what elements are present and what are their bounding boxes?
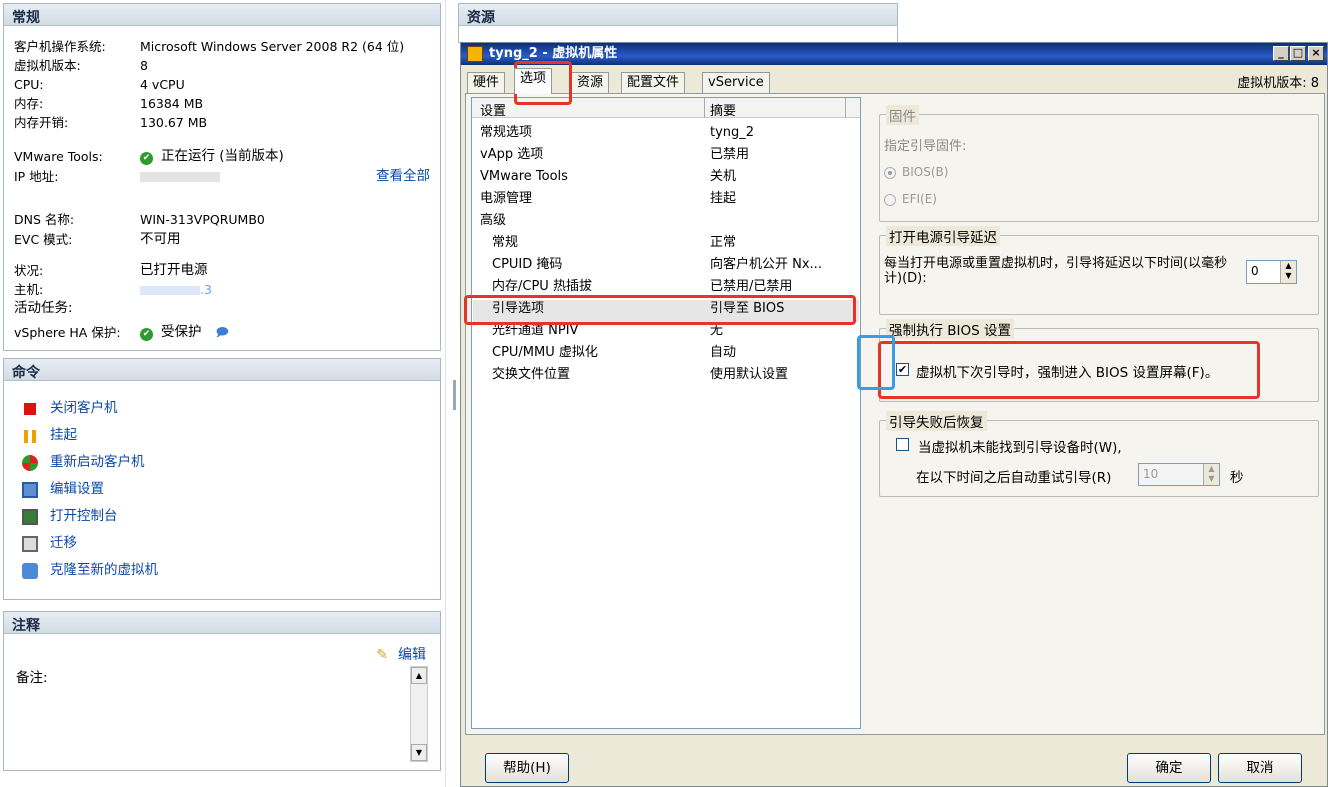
notes-header: 注释	[4, 612, 440, 634]
boot-delay-group: 打开电源引导延迟 每当打开电源或重置虚拟机时，引导将延迟以下时间(以毫秒计)(D…	[879, 226, 1319, 315]
host-link[interactable]: .3	[140, 280, 212, 299]
edit-settings-icon	[22, 482, 38, 498]
tab-profiles[interactable]: 配置文件	[621, 72, 686, 93]
general-row-memory: 内存: 16384 MB	[14, 96, 204, 111]
resources-panel: 资源	[458, 3, 898, 43]
retry-label: 在以下时间之后自动重试引导(R)	[916, 470, 1112, 486]
general-row-cpu: CPU: 4 vCPU	[14, 77, 185, 92]
ha-row: vSphere HA 保护: ✔ 受保护 🗩	[14, 324, 229, 341]
boot-recovery-group: 引导失败后恢复 当虚拟机未能找到引导设备时(W), 在以下时间之后自动重试引导(…	[879, 411, 1319, 497]
bios-radio[interactable]: BIOS(B)	[884, 165, 948, 179]
general-panel: 常规 客户机操作系统: Microsoft Windows Server 2008…	[3, 3, 441, 351]
resources-header: 资源	[459, 4, 897, 26]
tab-options[interactable]: 选项	[514, 68, 553, 94]
force-bios-legend: 强制执行 BIOS 设置	[886, 319, 1015, 339]
col-setting-header[interactable]: 设置	[480, 100, 506, 119]
recovery-label[interactable]: 当虚拟机未能找到引导设备时(W),	[918, 436, 1122, 456]
stepper-arrows-icon[interactable]: ▲ ▼	[1280, 261, 1296, 283]
general-header: 常规	[4, 4, 440, 26]
notes-scrollbar[interactable]: ▲ ▼	[410, 666, 428, 762]
commands-list: 关闭客户机 挂起 重新启动客户机 编辑设置 打开控制台 迁移 克隆至新的虚拟机	[4, 381, 440, 584]
settings-list: 设置 摘要 常规选项 tyng_2 vApp 选项 已禁用 VMware Tools 关机…	[471, 97, 861, 729]
host-row: 主机: .3	[14, 280, 212, 299]
evc-row: EVC 模式: 不可用	[14, 231, 181, 247]
dialog-title: tyng_2 - 虚拟机属性	[489, 46, 618, 61]
stepper-arrows-icon[interactable]: ▲ ▼	[1203, 464, 1219, 485]
vmware-tools-row: VMware Tools: ✔ 正在运行 (当前版本)	[14, 148, 284, 165]
efi-radio[interactable]: EFI(E)	[884, 192, 937, 206]
ip-row: IP 地址: 查看全部	[14, 167, 430, 186]
splitter-grip	[453, 380, 456, 410]
check-ok-icon: ✔	[140, 152, 153, 165]
status-row: 状况: 已打开电源	[14, 262, 208, 278]
minimize-button[interactable]: _	[1273, 46, 1289, 61]
notes-edit-link[interactable]: ✎ 编辑	[376, 644, 426, 664]
dns-row: DNS 名称: WIN-313VPQRUMB0	[14, 212, 265, 227]
radio-selected-icon	[884, 166, 896, 179]
notes-label: 备注:	[16, 670, 48, 686]
console-icon	[22, 509, 38, 525]
boot-delay-legend: 打开电源引导延迟	[886, 226, 1000, 246]
restart-icon	[22, 455, 38, 471]
boot-delay-stepper[interactable]: 0 ▲ ▼	[1246, 260, 1297, 284]
pause-icon	[24, 430, 36, 443]
recovery-checkbox[interactable]	[896, 438, 909, 451]
recovery-legend: 引导失败后恢复	[886, 411, 987, 431]
force-bios-checkbox[interactable]: ✔	[896, 363, 909, 376]
stop-icon	[24, 403, 36, 415]
command-suspend[interactable]: 挂起	[4, 422, 440, 449]
radio-icon	[884, 193, 896, 206]
firmware-group: 固件 指定引导固件: BIOS(B) EFI(E)	[879, 105, 1319, 222]
col-summary-header[interactable]: 摘要	[710, 100, 736, 119]
list-header: 设置 摘要	[472, 98, 860, 119]
commands-panel: 命令 关闭客户机 挂起 重新启动客户机 编辑设置 打开控制台 迁移 克隆至新的虚…	[3, 358, 441, 600]
command-open-console[interactable]: 打开控制台	[4, 503, 440, 530]
comment-icon[interactable]: 🗩	[216, 325, 229, 339]
vm-properties-dialog: tyng_2 - 虚拟机属性 _ □ × 虚拟机版本: 8 硬件 选项 资源 配…	[460, 42, 1328, 787]
force-bios-label[interactable]: 虚拟机下次引导时，强制进入 BIOS 设置屏幕(F)。	[916, 361, 1218, 381]
cancel-button[interactable]: 取消	[1218, 753, 1302, 783]
general-row-overhead: 内存开销: 130.67 MB	[14, 115, 208, 130]
maximize-button[interactable]: □	[1290, 46, 1306, 61]
check-ok-icon: ✔	[140, 328, 153, 341]
commands-header: 命令	[4, 359, 440, 381]
command-clone[interactable]: 克隆至新的虚拟机	[4, 557, 440, 584]
general-row-version: 虚拟机版本: 8	[14, 58, 148, 73]
ok-button[interactable]: 确定	[1127, 753, 1211, 783]
tab-resources[interactable]: 资源	[571, 72, 610, 93]
retry-unit: 秒	[1230, 470, 1244, 486]
vm-icon	[467, 46, 483, 62]
dialog-titlebar[interactable]: tyng_2 - 虚拟机属性 _ □ ×	[461, 43, 1327, 65]
scroll-down-arrow-icon[interactable]: ▼	[411, 744, 427, 761]
command-edit-settings[interactable]: 编辑设置	[4, 476, 440, 503]
command-shutdown[interactable]: 关闭客户机	[4, 395, 440, 422]
tasks-row: 活动任务:	[14, 300, 73, 316]
vm-version-label: 虚拟机版本: 8	[1237, 76, 1319, 91]
ip-redacted	[140, 172, 220, 182]
tab-vservice[interactable]: vService	[702, 72, 770, 93]
ha-status: 受保护	[161, 324, 202, 340]
firmware-label: 指定引导固件:	[884, 139, 967, 154]
notes-panel: 注释 ✎ 编辑 备注: ▲ ▼	[3, 611, 441, 771]
pencil-icon: ✎	[376, 647, 388, 663]
command-restart[interactable]: 重新启动客户机	[4, 449, 440, 476]
help-button[interactable]: 帮助(H)	[485, 753, 569, 783]
tab-hardware[interactable]: 硬件	[467, 72, 506, 93]
migrate-icon	[22, 536, 38, 552]
close-button[interactable]: ×	[1308, 46, 1324, 61]
boot-delay-value: 0	[1251, 264, 1259, 278]
tools-status: 正在运行 (当前版本)	[161, 148, 284, 164]
general-rows: 客户机操作系统: Microsoft Windows Server 2008 R2…	[4, 37, 440, 132]
retry-value: 10	[1143, 467, 1159, 481]
boot-delay-text: 每当打开电源或重置虚拟机时，引导将延迟以下时间(以毫秒计)(D):	[884, 256, 1228, 286]
view-all-link[interactable]: 查看全部	[376, 167, 430, 186]
force-bios-group: 强制执行 BIOS 设置 ✔ 虚拟机下次引导时，强制进入 BIOS 设置屏幕(F…	[879, 319, 1319, 402]
clone-icon	[22, 563, 38, 579]
scroll-up-arrow-icon[interactable]: ▲	[411, 667, 427, 684]
general-row-os: 客户机操作系统: Microsoft Windows Server 2008 R2…	[14, 39, 405, 54]
retry-stepper[interactable]: 10 ▲ ▼	[1138, 463, 1220, 486]
firmware-legend: 固件	[886, 105, 919, 125]
command-migrate[interactable]: 迁移	[4, 530, 440, 557]
